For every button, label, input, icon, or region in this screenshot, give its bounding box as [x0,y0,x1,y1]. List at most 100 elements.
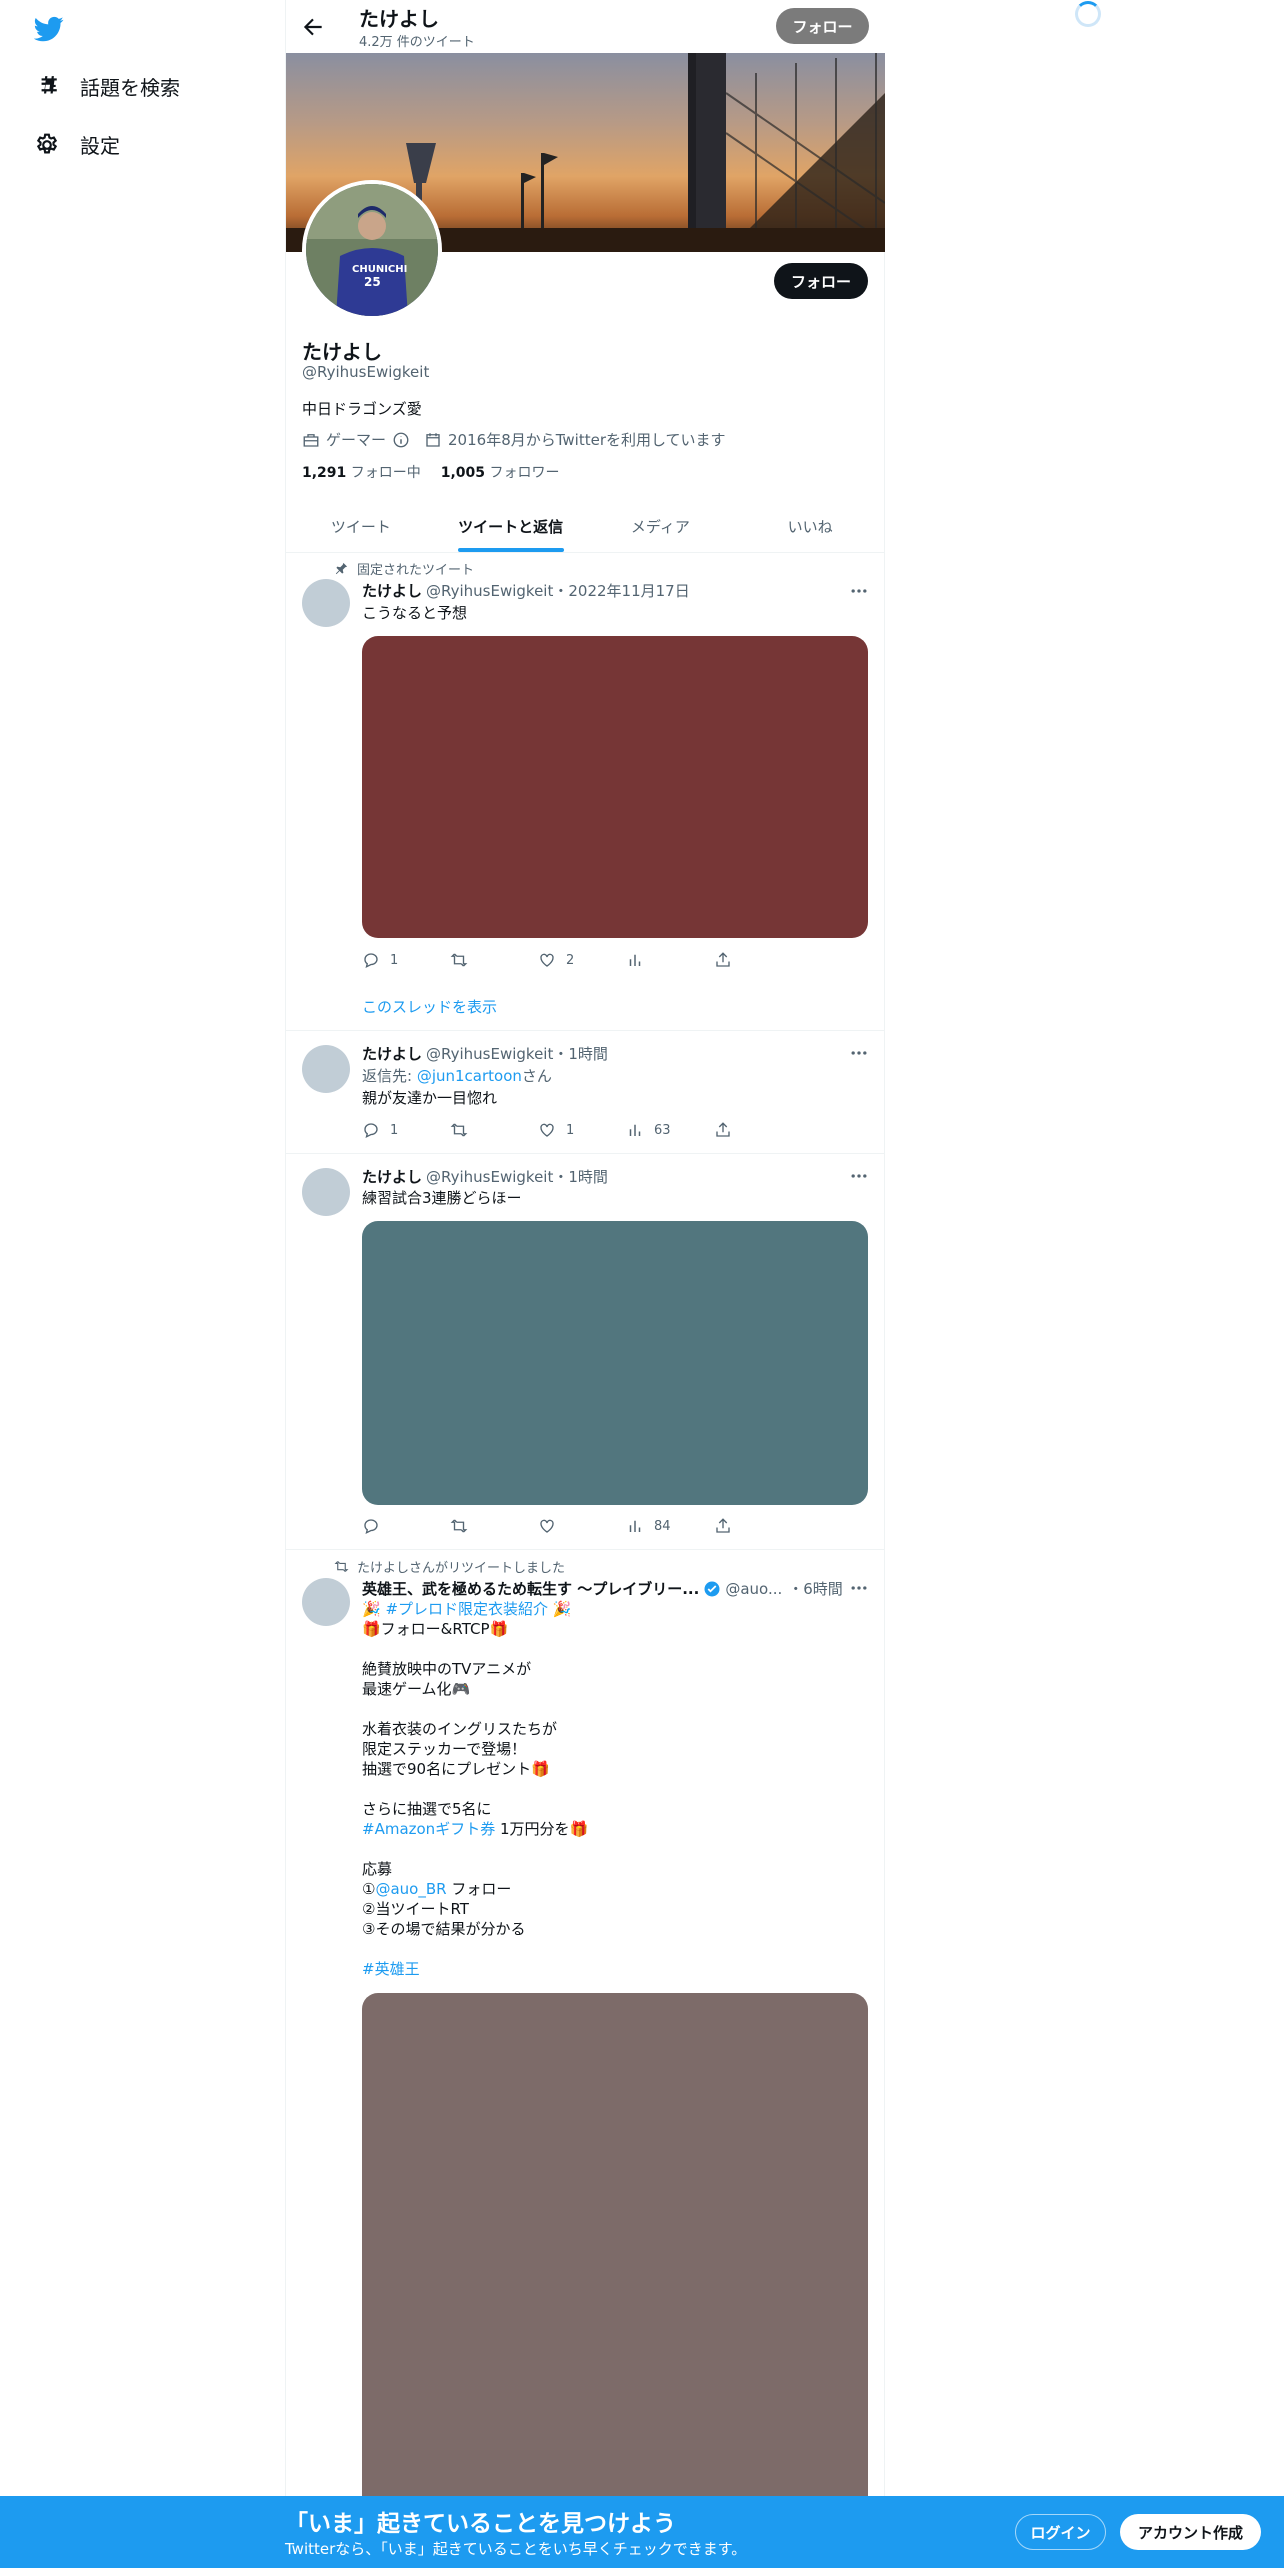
share-button[interactable] [714,1121,802,1139]
hashtag-link[interactable]: #Amazonギフト券 [362,1820,495,1838]
tweet-media[interactable]: たけよし @RyihusEwigkeit ・1時間 練習試合3連勝どらほー 84 [286,1154,885,1550]
tweet-author-name[interactable]: 英雄王、武を極めるため転生す ～プレイブリー... [362,1578,699,1599]
retweet-context: たけよしさんがリツイートしました [334,1557,565,1576]
reply-to-handle-link[interactable]: @jun1cartoon [417,1067,522,1085]
retweet-button[interactable] [450,1121,538,1139]
sidebar: 話題を検索 設定 [0,0,285,2568]
tweet-author-handle[interactable]: @RyihusEwigkeit [426,582,553,600]
sidebar-item-settings[interactable]: 設定 [34,130,120,159]
followers-link[interactable]: 1,005 フォロワー [441,462,560,482]
profile-name: たけよし [302,340,382,364]
twitter-bird-icon[interactable] [34,14,64,44]
header-follow-button[interactable]: フォロー [776,8,869,44]
tweet-header: たけよし @RyihusEwigkeit ・1時間 [362,1166,608,1187]
profile-category: ゲーマー [326,431,387,449]
more-options-icon[interactable] [849,581,869,601]
tweet-pinned[interactable]: 固定されたツイート たけよし @RyihusEwigkeit ・2022年11月… [286,553,885,1031]
profile-bio: 中日ドラゴンズ愛 [302,400,422,418]
hashtag-link[interactable]: #プレロド限定衣装紹介 [385,1600,548,1618]
like-button[interactable]: 2 [538,951,626,969]
tweet-time[interactable]: ・2022年11月17日 [553,580,689,601]
retweet-icon [450,1123,468,1137]
tab-media[interactable]: メディア [586,500,736,552]
gear-icon [36,133,58,153]
more-options-icon[interactable] [849,1578,869,1598]
tweet-author-handle[interactable]: @RyihusEwigkeit [426,1045,553,1063]
tweet-reply[interactable]: たけよし @RyihusEwigkeit ・1時間 返信先: @jun1cart… [286,1031,885,1154]
verified-badge-icon [704,1581,720,1596]
show-thread-link[interactable]: このスレッドを表示 [362,996,497,1017]
like-button[interactable] [538,1517,626,1535]
tab-tweets-and-replies[interactable]: ツイートと返信 [436,500,586,552]
hashtag-link[interactable]: #英雄王 [362,1960,420,1978]
share-icon [716,1518,730,1533]
mention-link[interactable]: @auo_BR [375,1880,446,1898]
tweet-time[interactable]: ・6時間 [788,1578,843,1599]
player-photo: CHUNICHI 25 [306,184,438,316]
tweet-author-name[interactable]: たけよし [362,580,422,601]
tweet-avatar[interactable] [302,1168,350,1216]
tweet-retweeted[interactable]: たけよしさんがリツイートしました 英雄王、武を極めるため転生す ～プレイブリー.… [286,1550,885,2568]
tweet-author-name[interactable]: たけよし [362,1166,422,1187]
profile-tabs: ツイート ツイートと返信 メディア いいね [286,500,885,553]
tab-tweets[interactable]: ツイート [286,500,436,552]
tweet-actions: 84 [362,1517,802,1535]
tweet-avatar[interactable] [302,1045,350,1093]
retweet-button[interactable] [450,951,538,969]
more-options-icon[interactable] [849,1043,869,1063]
tweet-actions: 1 1 63 [362,1121,802,1139]
tab-likes[interactable]: いいね [735,500,885,552]
profile-meta: ゲーマー 2016年8月からTwitterを利用しています [302,429,726,450]
reply-button[interactable]: 1 [362,1121,450,1139]
main-column: たけよし 4.2万 件のツイート フォロー CHUNICHI 25 フォロー た… [285,0,885,2568]
tweet-image[interactable] [362,1221,868,1505]
reply-button[interactable]: 1 [362,951,450,969]
retweet-button[interactable] [450,1517,538,1535]
login-button[interactable]: ログイン [1015,2514,1106,2550]
tweet-author-name[interactable]: たけよし [362,1043,422,1064]
share-button[interactable] [714,951,802,969]
views-button[interactable]: 63 [626,1121,714,1139]
analytics-icon [629,954,641,966]
profile-follow-button[interactable]: フォロー [774,263,868,299]
sidebar-item-explore[interactable]: 話題を検索 [34,72,180,101]
tweet-text: 親が友達か一目惚れ [362,1089,498,1107]
tweet-time[interactable]: ・1時間 [553,1043,608,1064]
retweet-icon [450,1519,468,1533]
tweet-text: こうなると予想 [362,604,468,622]
following-link[interactable]: 1,291 フォロー中 [302,462,421,482]
header-name: たけよし [359,7,439,31]
tweet-author-handle[interactable]: @auo... [725,1580,782,1598]
tweet-avatar[interactable] [302,1578,350,1626]
share-button[interactable] [714,1517,802,1535]
analytics-icon [629,1124,641,1136]
views-button[interactable]: 84 [626,1517,714,1535]
profile-avatar[interactable]: CHUNICHI 25 [302,180,442,320]
heart-icon [540,1519,554,1533]
reply-button[interactable] [362,1517,450,1535]
tweet-image[interactable] [362,1993,868,2568]
tweet-author-handle[interactable]: @RyihusEwigkeit [426,1168,553,1186]
views-button[interactable] [626,951,714,969]
heart-icon [540,1123,554,1137]
info-icon[interactable] [392,431,410,449]
hashtag-icon [41,75,57,93]
profile-joined-date: 2016年8月からTwitterを利用しています [448,431,726,449]
retweet-icon [334,1561,349,1572]
tweet-text-apply: 応募 [362,1860,393,1878]
briefcase-icon [303,433,319,447]
like-button[interactable]: 1 [538,1121,626,1139]
tweet-avatar[interactable] [302,579,350,627]
tweet-text: 練習試合3連勝どらほー [362,1189,522,1207]
reply-icon [364,953,378,969]
tweet-text-apply1: ①@auo_BR フォロー [362,1880,512,1898]
calendar-icon [426,432,440,447]
signup-button[interactable]: アカウント作成 [1120,2514,1261,2550]
profile-follow-stats: 1,291 フォロー中 1,005 フォロワー [302,462,560,482]
tweet-image[interactable] [362,636,868,938]
header-tweet-count: 4.2万 件のツイート [359,35,475,50]
tweet-time[interactable]: ・1時間 [553,1166,608,1187]
reply-icon [364,1123,378,1139]
more-options-icon[interactable] [849,1166,869,1186]
back-arrow-icon[interactable] [300,14,326,40]
